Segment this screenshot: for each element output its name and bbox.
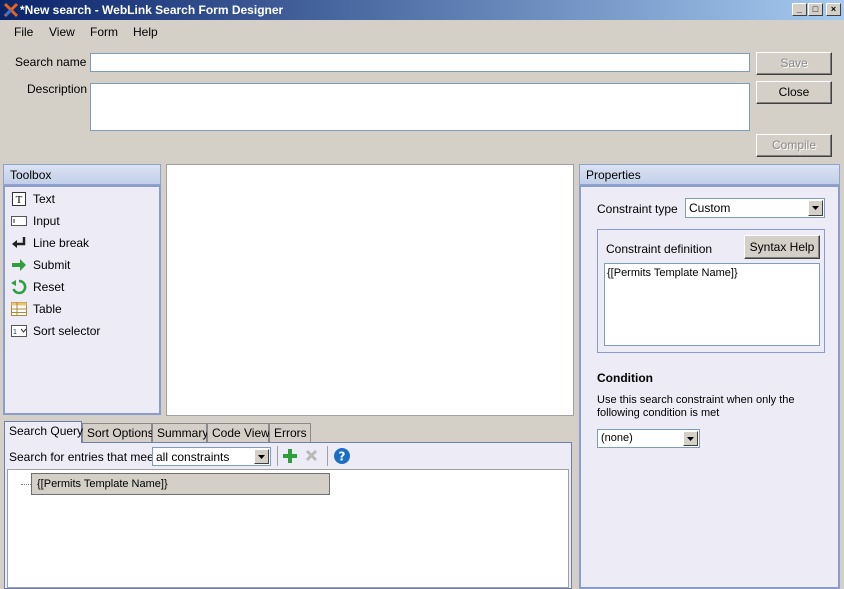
sort-selector-icon: 1	[11, 323, 27, 339]
constraint-definition-label: Constraint definition	[606, 242, 713, 256]
constraint-definition-input[interactable]: {[Permits Template Name]}	[604, 263, 820, 346]
close-button[interactable]: Close	[756, 81, 832, 104]
properties-panel: Constraint type Custom Constraint defini…	[579, 185, 840, 589]
design-canvas[interactable]	[166, 164, 574, 416]
constraint-type-select[interactable]: Custom	[685, 198, 825, 218]
table-icon	[11, 301, 27, 317]
condition-description: Use this search constraint when only the…	[597, 394, 795, 419]
title-bar: *New search - WebLink Search Form Design…	[0, 0, 844, 20]
properties-title: Properties	[586, 168, 641, 182]
description-label: Description	[27, 82, 88, 96]
search-name-input[interactable]	[90, 53, 750, 72]
toolbox-item-label: Reset	[33, 280, 65, 294]
match-select[interactable]: all constraints	[152, 447, 271, 466]
text-icon: T	[11, 191, 27, 207]
toolbox-panel: T Text Input Line break Submit Reset Tab…	[3, 185, 161, 415]
menu-view[interactable]: View	[49, 25, 75, 39]
tab-sort-options[interactable]: Sort Options	[82, 423, 154, 442]
toolbar-divider	[277, 446, 278, 466]
minimize-button[interactable]: _	[792, 3, 807, 16]
input-icon	[11, 213, 27, 229]
toolbox-header: Toolbox	[3, 164, 161, 185]
menu-file[interactable]: File	[14, 25, 33, 39]
match-select-value: all constraints	[156, 450, 230, 464]
tab-errors[interactable]: Errors	[269, 423, 311, 442]
toolbox-title: Toolbox	[10, 168, 52, 182]
submit-icon	[11, 257, 27, 273]
toolbox-item-text[interactable]: T Text	[11, 189, 55, 209]
search-name-label: Search name	[15, 55, 87, 69]
constraint-definition-group: Constraint definition Syntax Help {[Perm…	[597, 229, 825, 353]
window-title: *New search - WebLink Search Form Design…	[20, 3, 284, 17]
condition-heading: Condition	[597, 371, 653, 385]
toolbox-item-input[interactable]: Input	[11, 211, 60, 231]
search-query-panel: Search for entries that meet all constra…	[4, 442, 572, 589]
compile-button[interactable]: Compile	[756, 134, 832, 157]
chevron-down-icon	[683, 431, 698, 446]
properties-header: Properties	[579, 164, 840, 185]
tab-search-query[interactable]: Search Query	[4, 421, 83, 443]
tree-connector	[21, 484, 31, 485]
constraint-type-value: Custom	[689, 201, 731, 215]
tab-code-view[interactable]: Code View	[207, 423, 270, 442]
description-input[interactable]	[90, 83, 750, 131]
tab-summary[interactable]: Summary	[152, 423, 208, 442]
constraint-type-label: Constraint type	[597, 202, 678, 216]
line-break-icon	[11, 235, 27, 251]
chevron-down-icon	[254, 449, 269, 464]
condition-select[interactable]: (none)	[597, 429, 700, 448]
svg-text:1: 1	[13, 328, 17, 336]
svg-text:?: ?	[339, 450, 346, 464]
maximize-button[interactable]: □	[808, 3, 823, 16]
menu-bar: File View Form Help	[0, 20, 844, 42]
toolbox-item-reset[interactable]: Reset	[11, 277, 64, 297]
toolbox-item-sort-selector[interactable]: 1 Sort selector	[11, 321, 100, 341]
toolbox-item-label: Table	[33, 302, 62, 316]
toolbox-item-label: Submit	[33, 258, 71, 272]
menu-form[interactable]: Form	[90, 25, 118, 39]
chevron-down-icon	[808, 200, 823, 216]
toolbar-divider	[327, 446, 328, 466]
toolbox-item-label: Input	[33, 214, 60, 228]
toolbox-item-label: Line break	[33, 236, 90, 250]
menu-help[interactable]: Help	[133, 25, 158, 39]
toolbox-item-label: Text	[33, 192, 56, 206]
syntax-help-button[interactable]: Syntax Help	[744, 235, 820, 259]
toolbox-item-line-break[interactable]: Line break	[11, 233, 89, 253]
svg-text:T: T	[16, 194, 23, 206]
condition-select-value: (none)	[601, 432, 633, 444]
app-icon	[3, 2, 19, 18]
close-window-button[interactable]: ×	[826, 3, 841, 16]
save-button[interactable]: Save	[756, 52, 832, 75]
toolbox-item-label: Sort selector	[33, 324, 101, 338]
query-tree: {[Permits Template Name]}	[7, 469, 569, 588]
toolbox-item-submit[interactable]: Submit	[11, 255, 70, 275]
delete-constraint-icon[interactable]	[305, 449, 318, 465]
reset-icon	[11, 279, 27, 295]
help-icon[interactable]: ?	[333, 447, 351, 468]
tree-node-constraint[interactable]: {[Permits Template Name]}	[31, 473, 330, 495]
toolbox-item-table[interactable]: Table	[11, 299, 62, 319]
add-constraint-icon[interactable]	[282, 448, 298, 467]
match-label: Search for entries that meet	[9, 450, 158, 464]
